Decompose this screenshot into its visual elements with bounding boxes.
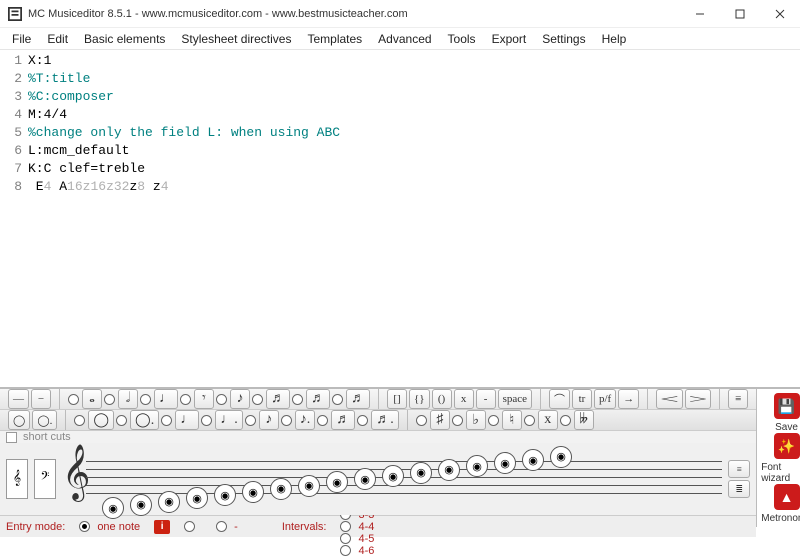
titlebar: MC Musiceditor 8.5.1 - www.mcmusiceditor…: [0, 0, 800, 28]
menu-templates[interactable]: Templates: [299, 30, 370, 48]
staff-note-14[interactable]: ◉: [494, 452, 516, 474]
staff[interactable]: 𝄞 ◉◉◉◉◉◉◉◉◉◉◉◉◉◉◉◉◉: [62, 443, 722, 515]
app-icon: [8, 7, 22, 21]
btn-tie2[interactable]: ◯.: [32, 410, 57, 430]
staff-note-1[interactable]: ◉: [130, 494, 152, 516]
staff-note-15[interactable]: ◉: [522, 449, 544, 471]
r1-bracket-0[interactable]: []: [387, 389, 407, 409]
r1-note-2[interactable]: ♩: [140, 389, 178, 409]
menu-edit[interactable]: Edit: [39, 30, 76, 48]
r1-note-0[interactable]: 𝅝: [68, 389, 102, 409]
r1-note-4[interactable]: ♪: [216, 389, 250, 409]
r1-note-6[interactable]: ♬: [292, 389, 330, 409]
r2-note-2[interactable]: ♩: [161, 410, 199, 430]
r2-note-4[interactable]: ♪: [245, 410, 279, 430]
r1-hair-0[interactable]: 𝆒: [656, 389, 683, 409]
panel-right: 💾Save📄View PDF▶Play✨Font wizard🖵Previewe…: [757, 389, 800, 527]
r2-acc-0[interactable]: ♯: [416, 410, 450, 430]
btn-tie1[interactable]: ◯: [8, 410, 30, 430]
staff-note-13[interactable]: ◉: [466, 455, 488, 477]
r1-note-5[interactable]: ♬: [252, 389, 290, 409]
btn-dash-long[interactable]: —: [8, 389, 29, 409]
staff-note-3[interactable]: ◉: [186, 487, 208, 509]
r1-bracket-4[interactable]: -: [476, 389, 496, 409]
r2-note-7[interactable]: ♬.: [357, 410, 399, 430]
r2-note-0[interactable]: ◯: [74, 410, 114, 430]
staff-area: 𝄞 𝄢 𝄞 ◉◉◉◉◉◉◉◉◉◉◉◉◉◉◉◉◉ ≡ ≣: [0, 443, 756, 515]
line-gutter: 12345678: [0, 52, 28, 387]
window-title: MC Musiceditor 8.5.1 - www.mcmusiceditor…: [28, 8, 680, 20]
minimize-button[interactable]: [680, 0, 720, 27]
bottom-panel: — − 𝅝𝅗𝅥♩𝄾♪♬♬♬ []{}()x-space ⌒trp/f→ 𝆒𝆓 ≡…: [0, 387, 800, 527]
r1-dyn-3[interactable]: →: [618, 389, 639, 409]
staff-note-5[interactable]: ◉: [242, 481, 264, 503]
staff-note-10[interactable]: ◉: [382, 465, 404, 487]
menu-export[interactable]: Export: [484, 30, 535, 48]
staff-note-0[interactable]: ◉: [102, 497, 124, 519]
bass-clef-button[interactable]: 𝄢: [34, 459, 56, 499]
panel-left: — − 𝅝𝅗𝅥♩𝄾♪♬♬♬ []{}()x-space ⌒trp/f→ 𝆒𝆓 ≡…: [0, 389, 757, 527]
r1-dyn-0[interactable]: ⌒: [549, 389, 570, 409]
menu-tools[interactable]: Tools: [440, 30, 484, 48]
staff-note-6[interactable]: ◉: [270, 478, 292, 500]
treble-clef-button[interactable]: 𝄞: [6, 459, 28, 499]
toolbar-row-2: ◯ ◯. ◯◯.♩♩.♪♪.♬♬. ♯♭♮x𝄫: [0, 410, 756, 431]
shortcuts-label: short cuts: [23, 431, 71, 443]
staff-note-2[interactable]: ◉: [158, 491, 180, 513]
r1-dyn-2[interactable]: p/f: [594, 389, 616, 409]
panel-btn-font-wizard[interactable]: ✨Font wizard: [761, 433, 800, 484]
staff-note-12[interactable]: ◉: [438, 459, 460, 481]
shortcuts-checkbox[interactable]: [6, 432, 17, 443]
menu-stylesheet-directives[interactable]: Stylesheet directives: [173, 30, 299, 48]
menu-file[interactable]: File: [4, 30, 39, 48]
menu-settings[interactable]: Settings: [534, 30, 593, 48]
panel-btn-save[interactable]: 💾Save: [761, 393, 800, 433]
r2-acc-4[interactable]: 𝄫: [560, 410, 594, 430]
staff-lines-btn-1[interactable]: ≡: [728, 460, 750, 478]
r2-note-6[interactable]: ♬: [317, 410, 355, 430]
staff-note-16[interactable]: ◉: [550, 446, 572, 468]
code-content[interactable]: X:1%T:title%C:composerM:4/4%change only …: [28, 52, 800, 387]
btn-dash-short[interactable]: −: [31, 389, 51, 409]
code-editor[interactable]: 12345678 X:1%T:title%C:composerM:4/4%cha…: [0, 50, 800, 387]
r2-note-5[interactable]: ♪.: [281, 410, 316, 430]
staff-note-11[interactable]: ◉: [410, 462, 432, 484]
r1-note-3[interactable]: 𝄾: [180, 389, 214, 409]
staff-note-9[interactable]: ◉: [354, 468, 376, 490]
r2-acc-2[interactable]: ♮: [488, 410, 522, 430]
r2-acc-1[interactable]: ♭: [452, 410, 486, 430]
r1-note-1[interactable]: 𝅗𝅥: [104, 389, 138, 409]
staff-note-4[interactable]: ◉: [214, 484, 236, 506]
shortcuts-row: short cuts: [0, 431, 756, 443]
r1-misc-0[interactable]: ≡: [728, 389, 748, 409]
interval-4-6[interactable]: 4-6: [340, 545, 374, 557]
staff-lines-btn-2[interactable]: ≣: [728, 480, 750, 498]
menu-help[interactable]: Help: [594, 30, 635, 48]
r1-dyn-1[interactable]: tr: [572, 389, 592, 409]
r1-bracket-1[interactable]: {}: [409, 389, 430, 409]
staff-note-7[interactable]: ◉: [298, 475, 320, 497]
r2-note-3[interactable]: ♩.: [201, 410, 243, 430]
r2-note-1[interactable]: ◯.: [116, 410, 159, 430]
close-button[interactable]: [760, 0, 800, 27]
r1-bracket-3[interactable]: x: [454, 389, 474, 409]
menu-basic-elements[interactable]: Basic elements: [76, 30, 173, 48]
r1-bracket-5[interactable]: space: [498, 389, 532, 409]
maximize-button[interactable]: [720, 0, 760, 27]
r1-note-7[interactable]: ♬: [332, 389, 370, 409]
r1-bracket-2[interactable]: (): [432, 389, 452, 409]
r2-acc-3[interactable]: x: [524, 410, 558, 430]
menu-advanced[interactable]: Advanced: [370, 30, 439, 48]
r1-hair-1[interactable]: 𝆓: [685, 389, 712, 409]
menubar: File Edit Basic elements Stylesheet dire…: [0, 28, 800, 50]
staff-note-8[interactable]: ◉: [326, 471, 348, 493]
interval-4-5[interactable]: 4-5: [340, 533, 374, 545]
panel-btn-metronome[interactable]: ▲Metronome: [761, 484, 800, 524]
toolbar-row-1: — − 𝅝𝅗𝅥♩𝄾♪♬♬♬ []{}()x-space ⌒trp/f→ 𝆒𝆓 ≡: [0, 389, 756, 410]
